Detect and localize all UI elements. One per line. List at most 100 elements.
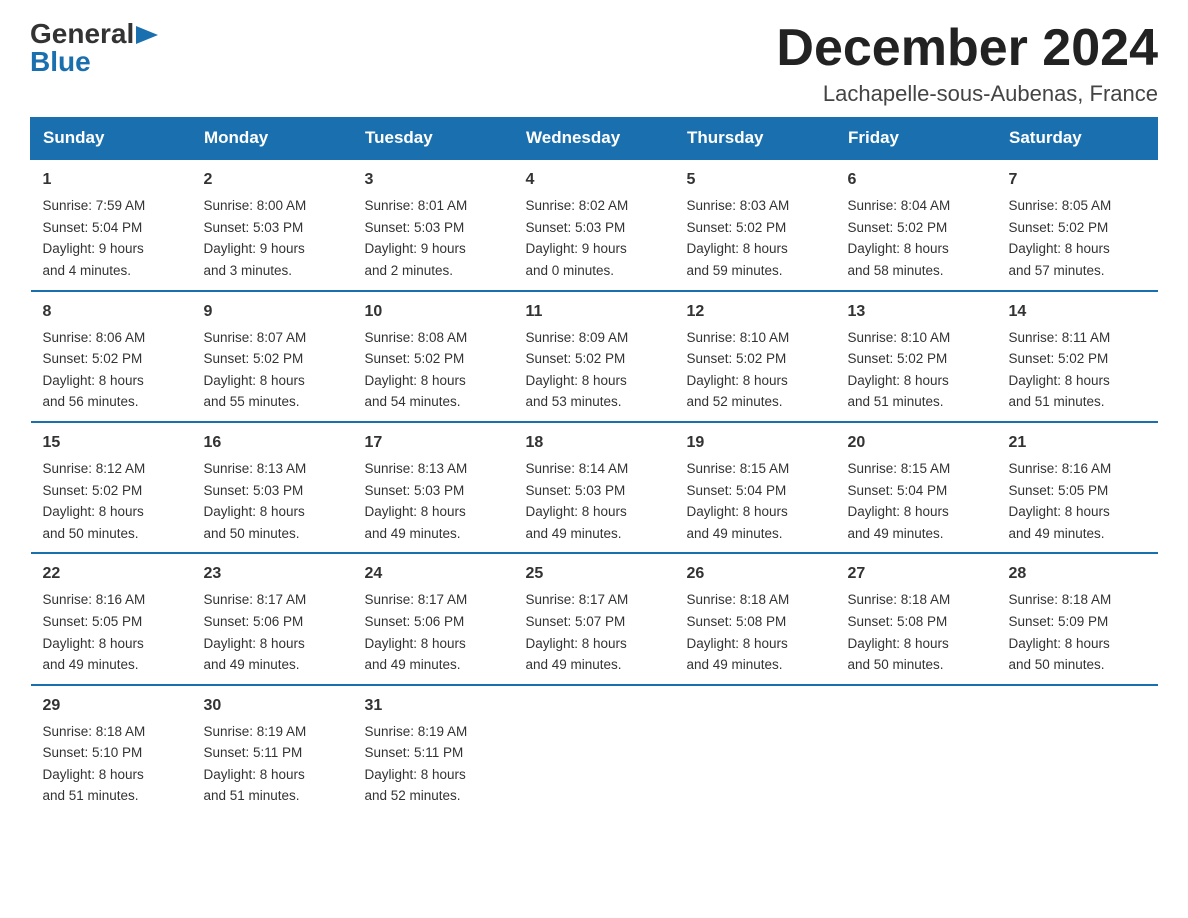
calendar-cell: 10 Sunrise: 8:08 AMSunset: 5:02 PMDaylig… xyxy=(353,291,514,422)
calendar-cell: 1 Sunrise: 7:59 AMSunset: 5:04 PMDayligh… xyxy=(31,159,192,290)
day-number: 19 xyxy=(687,431,824,455)
logo-arrow-icon xyxy=(136,26,158,44)
calendar-week-2: 8 Sunrise: 8:06 AMSunset: 5:02 PMDayligh… xyxy=(31,291,1158,422)
calendar-week-3: 15 Sunrise: 8:12 AMSunset: 5:02 PMDaylig… xyxy=(31,422,1158,553)
logo-blue: Blue xyxy=(30,48,91,76)
day-number: 15 xyxy=(43,431,180,455)
calendar-cell: 7 Sunrise: 8:05 AMSunset: 5:02 PMDayligh… xyxy=(997,159,1158,290)
calendar-cell: 19 Sunrise: 8:15 AMSunset: 5:04 PMDaylig… xyxy=(675,422,836,553)
title-section: December 2024 Lachapelle-sous-Aubenas, F… xyxy=(776,20,1158,107)
day-info: Sunrise: 8:15 AMSunset: 5:04 PMDaylight:… xyxy=(687,461,790,541)
calendar-cell: 14 Sunrise: 8:11 AMSunset: 5:02 PMDaylig… xyxy=(997,291,1158,422)
day-info: Sunrise: 8:18 AMSunset: 5:08 PMDaylight:… xyxy=(848,592,951,672)
day-number: 2 xyxy=(204,168,341,192)
calendar-cell: 15 Sunrise: 8:12 AMSunset: 5:02 PMDaylig… xyxy=(31,422,192,553)
calendar-table: Sunday Monday Tuesday Wednesday Thursday… xyxy=(30,117,1158,815)
day-info: Sunrise: 8:17 AMSunset: 5:07 PMDaylight:… xyxy=(526,592,629,672)
day-number: 16 xyxy=(204,431,341,455)
day-number: 27 xyxy=(848,562,985,586)
col-thursday: Thursday xyxy=(675,118,836,160)
calendar-cell xyxy=(514,685,675,815)
day-number: 21 xyxy=(1009,431,1146,455)
day-number: 29 xyxy=(43,694,180,718)
calendar-cell: 20 Sunrise: 8:15 AMSunset: 5:04 PMDaylig… xyxy=(836,422,997,553)
calendar-week-5: 29 Sunrise: 8:18 AMSunset: 5:10 PMDaylig… xyxy=(31,685,1158,815)
day-info: Sunrise: 8:18 AMSunset: 5:08 PMDaylight:… xyxy=(687,592,790,672)
day-info: Sunrise: 8:16 AMSunset: 5:05 PMDaylight:… xyxy=(1009,461,1112,541)
col-saturday: Saturday xyxy=(997,118,1158,160)
logo: General Blue xyxy=(30,20,158,76)
day-number: 17 xyxy=(365,431,502,455)
day-info: Sunrise: 8:02 AMSunset: 5:03 PMDaylight:… xyxy=(526,198,629,278)
day-number: 30 xyxy=(204,694,341,718)
day-info: Sunrise: 7:59 AMSunset: 5:04 PMDaylight:… xyxy=(43,198,146,278)
day-info: Sunrise: 8:01 AMSunset: 5:03 PMDaylight:… xyxy=(365,198,468,278)
day-info: Sunrise: 8:15 AMSunset: 5:04 PMDaylight:… xyxy=(848,461,951,541)
calendar-cell xyxy=(675,685,836,815)
day-info: Sunrise: 8:09 AMSunset: 5:02 PMDaylight:… xyxy=(526,330,629,410)
day-info: Sunrise: 8:00 AMSunset: 5:03 PMDaylight:… xyxy=(204,198,307,278)
col-friday: Friday xyxy=(836,118,997,160)
day-number: 5 xyxy=(687,168,824,192)
day-info: Sunrise: 8:04 AMSunset: 5:02 PMDaylight:… xyxy=(848,198,951,278)
calendar-cell: 6 Sunrise: 8:04 AMSunset: 5:02 PMDayligh… xyxy=(836,159,997,290)
calendar-cell: 27 Sunrise: 8:18 AMSunset: 5:08 PMDaylig… xyxy=(836,553,997,684)
day-number: 10 xyxy=(365,300,502,324)
calendar-cell: 28 Sunrise: 8:18 AMSunset: 5:09 PMDaylig… xyxy=(997,553,1158,684)
calendar-week-1: 1 Sunrise: 7:59 AMSunset: 5:04 PMDayligh… xyxy=(31,159,1158,290)
day-info: Sunrise: 8:13 AMSunset: 5:03 PMDaylight:… xyxy=(365,461,468,541)
day-info: Sunrise: 8:11 AMSunset: 5:02 PMDaylight:… xyxy=(1009,330,1111,410)
day-number: 3 xyxy=(365,168,502,192)
calendar-body: 1 Sunrise: 7:59 AMSunset: 5:04 PMDayligh… xyxy=(31,159,1158,815)
calendar-cell: 25 Sunrise: 8:17 AMSunset: 5:07 PMDaylig… xyxy=(514,553,675,684)
day-info: Sunrise: 8:18 AMSunset: 5:10 PMDaylight:… xyxy=(43,724,146,804)
calendar-cell: 12 Sunrise: 8:10 AMSunset: 5:02 PMDaylig… xyxy=(675,291,836,422)
calendar-week-4: 22 Sunrise: 8:16 AMSunset: 5:05 PMDaylig… xyxy=(31,553,1158,684)
day-info: Sunrise: 8:19 AMSunset: 5:11 PMDaylight:… xyxy=(365,724,468,804)
calendar-cell: 26 Sunrise: 8:18 AMSunset: 5:08 PMDaylig… xyxy=(675,553,836,684)
day-number: 31 xyxy=(365,694,502,718)
subtitle: Lachapelle-sous-Aubenas, France xyxy=(776,81,1158,107)
col-sunday: Sunday xyxy=(31,118,192,160)
day-info: Sunrise: 8:17 AMSunset: 5:06 PMDaylight:… xyxy=(204,592,307,672)
calendar-cell: 17 Sunrise: 8:13 AMSunset: 5:03 PMDaylig… xyxy=(353,422,514,553)
day-info: Sunrise: 8:10 AMSunset: 5:02 PMDaylight:… xyxy=(687,330,790,410)
calendar-cell: 4 Sunrise: 8:02 AMSunset: 5:03 PMDayligh… xyxy=(514,159,675,290)
day-number: 23 xyxy=(204,562,341,586)
day-number: 28 xyxy=(1009,562,1146,586)
col-wednesday: Wednesday xyxy=(514,118,675,160)
day-number: 22 xyxy=(43,562,180,586)
calendar-header: Sunday Monday Tuesday Wednesday Thursday… xyxy=(31,118,1158,160)
day-info: Sunrise: 8:14 AMSunset: 5:03 PMDaylight:… xyxy=(526,461,629,541)
calendar-cell: 29 Sunrise: 8:18 AMSunset: 5:10 PMDaylig… xyxy=(31,685,192,815)
day-number: 6 xyxy=(848,168,985,192)
day-info: Sunrise: 8:16 AMSunset: 5:05 PMDaylight:… xyxy=(43,592,146,672)
day-info: Sunrise: 8:03 AMSunset: 5:02 PMDaylight:… xyxy=(687,198,790,278)
day-number: 13 xyxy=(848,300,985,324)
day-info: Sunrise: 8:10 AMSunset: 5:02 PMDaylight:… xyxy=(848,330,951,410)
calendar-cell: 8 Sunrise: 8:06 AMSunset: 5:02 PMDayligh… xyxy=(31,291,192,422)
day-info: Sunrise: 8:18 AMSunset: 5:09 PMDaylight:… xyxy=(1009,592,1112,672)
calendar-cell: 23 Sunrise: 8:17 AMSunset: 5:06 PMDaylig… xyxy=(192,553,353,684)
day-number: 11 xyxy=(526,300,663,324)
page-header: General Blue December 2024 Lachapelle-so… xyxy=(30,20,1158,107)
day-number: 7 xyxy=(1009,168,1146,192)
calendar-cell: 16 Sunrise: 8:13 AMSunset: 5:03 PMDaylig… xyxy=(192,422,353,553)
day-number: 20 xyxy=(848,431,985,455)
calendar-cell: 30 Sunrise: 8:19 AMSunset: 5:11 PMDaylig… xyxy=(192,685,353,815)
day-info: Sunrise: 8:06 AMSunset: 5:02 PMDaylight:… xyxy=(43,330,146,410)
calendar-cell: 5 Sunrise: 8:03 AMSunset: 5:02 PMDayligh… xyxy=(675,159,836,290)
day-info: Sunrise: 8:08 AMSunset: 5:02 PMDaylight:… xyxy=(365,330,468,410)
day-number: 1 xyxy=(43,168,180,192)
calendar-cell: 9 Sunrise: 8:07 AMSunset: 5:02 PMDayligh… xyxy=(192,291,353,422)
col-monday: Monday xyxy=(192,118,353,160)
calendar-cell: 31 Sunrise: 8:19 AMSunset: 5:11 PMDaylig… xyxy=(353,685,514,815)
calendar-cell: 11 Sunrise: 8:09 AMSunset: 5:02 PMDaylig… xyxy=(514,291,675,422)
day-info: Sunrise: 8:05 AMSunset: 5:02 PMDaylight:… xyxy=(1009,198,1112,278)
day-number: 8 xyxy=(43,300,180,324)
calendar-cell: 22 Sunrise: 8:16 AMSunset: 5:05 PMDaylig… xyxy=(31,553,192,684)
calendar-cell: 24 Sunrise: 8:17 AMSunset: 5:06 PMDaylig… xyxy=(353,553,514,684)
day-info: Sunrise: 8:17 AMSunset: 5:06 PMDaylight:… xyxy=(365,592,468,672)
main-title: December 2024 xyxy=(776,20,1158,77)
day-info: Sunrise: 8:19 AMSunset: 5:11 PMDaylight:… xyxy=(204,724,307,804)
